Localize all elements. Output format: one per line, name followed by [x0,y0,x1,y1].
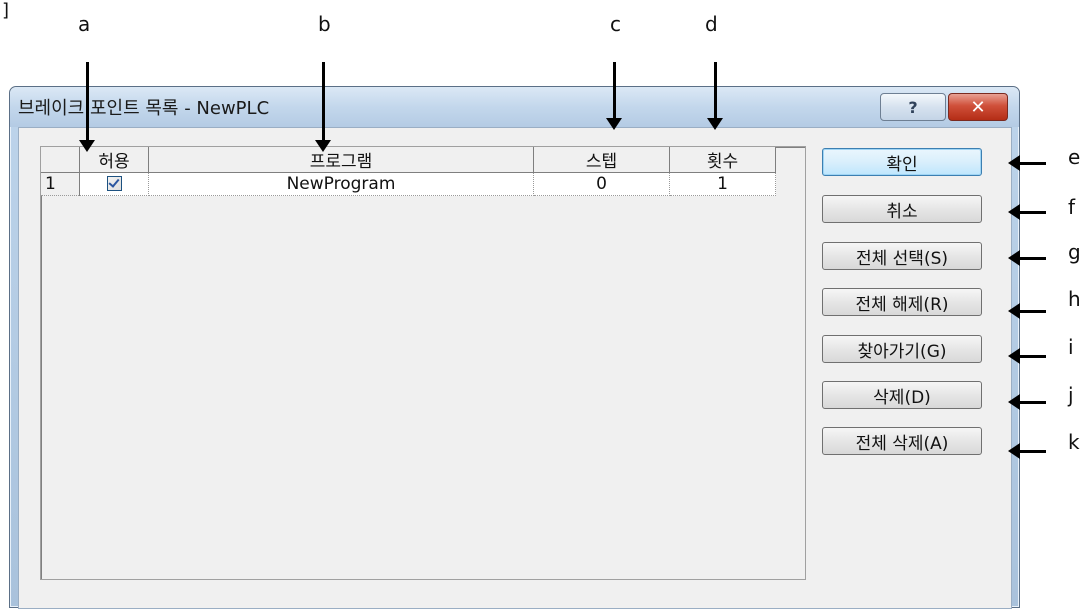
callout-j: j [1068,383,1074,407]
callout-f: f [1068,195,1076,219]
count-cell[interactable]: 1 [669,172,776,196]
breakpoint-table: 허용 프로그램 스텝 횟수 1 NewProgram 0 1 [41,147,776,196]
callout-c: c [610,12,621,36]
corner-bracket: ] [2,0,10,21]
arrow-f [1008,204,1046,220]
table-header-row: 허용 프로그램 스텝 횟수 [41,147,776,173]
callout-d: d [705,12,718,36]
arrow-g [1008,250,1046,266]
help-button[interactable]: ? [880,93,946,121]
select-all-button[interactable]: 전체 선택(S) [822,242,982,270]
header-rownum [41,147,80,173]
arrow-j [1008,394,1046,410]
step-cell[interactable]: 0 [533,172,670,196]
arrow-h [1008,303,1046,319]
window-title: 브레이크 포인트 목록 - NewPLC [18,98,270,119]
header-program[interactable]: 프로그램 [148,147,534,173]
callout-k: k [1068,430,1080,454]
arrow-i [1008,348,1046,364]
callout-a: a [78,12,91,36]
callout-e: e [1068,145,1081,169]
arrow-e [1008,155,1046,171]
callout-g: g [1068,240,1081,264]
allowed-checkbox[interactable] [106,176,122,191]
arrow-b [315,62,331,152]
ok-button[interactable]: 확인 [822,148,982,176]
callout-h: h [1068,287,1081,311]
callout-b: b [318,12,331,36]
program-cell[interactable]: NewProgram [148,172,534,196]
deselect-all-button[interactable]: 전체 해제(R) [822,288,982,316]
cancel-button[interactable]: 취소 [822,195,982,223]
arrow-a [79,62,95,152]
table-row[interactable]: 1 NewProgram 0 1 [41,172,776,196]
delete-all-button[interactable]: 전체 삭제(A) [822,427,982,455]
header-count[interactable]: 횟수 [669,147,776,173]
title-bar[interactable]: 브레이크 포인트 목록 - NewPLC ? ✕ [10,87,1019,127]
callout-i: i [1068,335,1074,359]
arrow-c [606,62,622,130]
arrow-k [1008,443,1046,459]
arrow-d [707,62,723,130]
close-button[interactable]: ✕ [948,93,1008,121]
header-step[interactable]: 스텝 [533,147,670,173]
delete-button[interactable]: 삭제(D) [822,381,982,409]
breakpoint-grid: 허용 프로그램 스텝 횟수 1 NewProgram 0 1 [40,146,806,580]
breakpoint-list-dialog: 브레이크 포인트 목록 - NewPLC ? ✕ 허용 프로그램 스텝 횟수 1 [9,86,1020,609]
goto-button[interactable]: 찾아가기(G) [822,335,982,363]
row-number: 1 [41,172,80,196]
dialog-client-area: 허용 프로그램 스텝 횟수 1 NewProgram 0 1 확인 취소 전체 … [18,127,1012,609]
allowed-cell[interactable] [79,172,149,196]
